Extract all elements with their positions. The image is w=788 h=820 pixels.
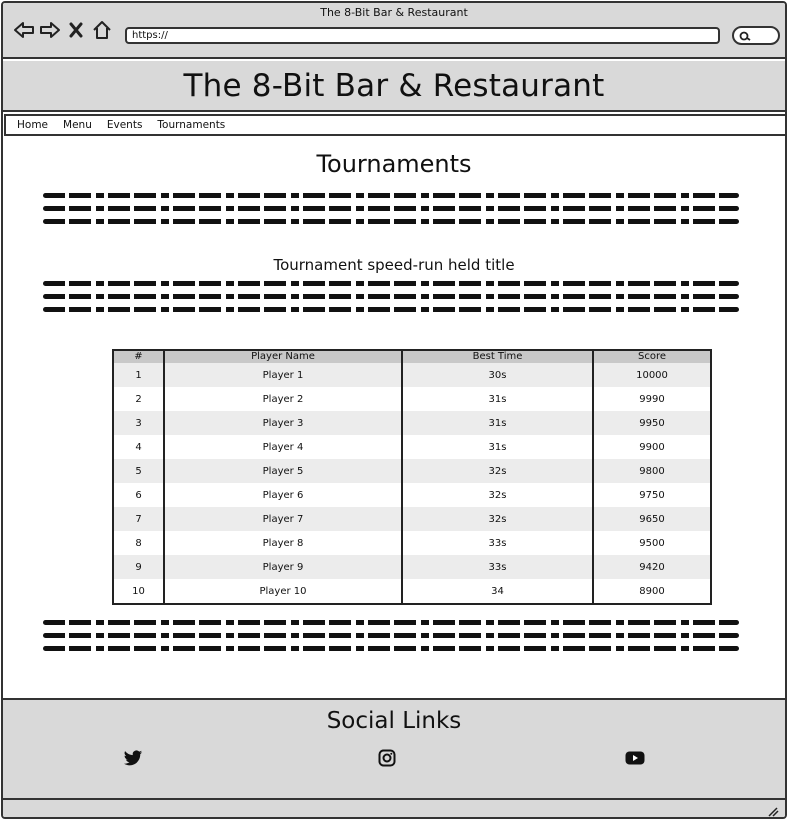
table-cell: 10000 bbox=[593, 363, 710, 387]
table-row: 3 Player 3 31s 9950 bbox=[114, 411, 710, 435]
browser-nav bbox=[13, 19, 113, 41]
nav-home[interactable]: Home bbox=[17, 119, 48, 131]
table-cell: 33s bbox=[402, 555, 594, 579]
column-header: Player Name bbox=[164, 351, 403, 363]
table-cell: 9750 bbox=[639, 489, 665, 501]
browser-status-bar bbox=[3, 798, 785, 817]
back-arrow-icon[interactable] bbox=[13, 19, 35, 41]
table-cell: 9 bbox=[114, 555, 165, 579]
site-nav: Home Menu Events Tournaments bbox=[4, 114, 785, 136]
table-row: 8 Player 8 33s 9500 bbox=[114, 531, 710, 555]
table-cell: 31s bbox=[402, 387, 594, 411]
nav-tournaments[interactable]: Tournaments bbox=[157, 119, 225, 131]
table-cell: Player 4 bbox=[164, 435, 403, 459]
table-cell: Player 6 bbox=[164, 483, 403, 507]
table-row: 4 Player 4 31s 9900 bbox=[114, 435, 710, 459]
table-cell: 10 bbox=[114, 579, 165, 603]
table-cell: 8 bbox=[114, 531, 165, 555]
resize-grip-icon[interactable] bbox=[767, 807, 779, 817]
table-cell: 32s bbox=[402, 507, 594, 531]
main-content: Tournaments Tournament speed-run held ti… bbox=[3, 138, 785, 698]
table-cell: 32s bbox=[402, 459, 594, 483]
table-cell: 31s bbox=[402, 411, 594, 435]
social-links-section: Social Links bbox=[3, 698, 785, 798]
table-cell: 5 bbox=[114, 459, 165, 483]
instagram-icon[interactable] bbox=[377, 748, 397, 768]
table-row: 7 Player 7 32s 9650 bbox=[114, 507, 710, 531]
browser-chrome: The 8-Bit Bar & Restaurant https:// bbox=[3, 3, 785, 59]
site-header: The 8-Bit Bar & Restaurant bbox=[3, 61, 785, 112]
column-header: Best Time bbox=[402, 351, 594, 363]
table-cell: Player 2 bbox=[164, 387, 403, 411]
table-cell: 30s bbox=[402, 363, 594, 387]
table-cell: 34 bbox=[402, 579, 594, 603]
section-heading: Tournament speed-run held title bbox=[273, 256, 515, 274]
browser-search-button[interactable] bbox=[732, 26, 780, 45]
social-links-title: Social Links bbox=[326, 708, 462, 734]
placeholder-text-block bbox=[43, 620, 739, 659]
url-input[interactable]: https:// bbox=[125, 27, 720, 44]
table-cell: 33s bbox=[402, 531, 594, 555]
site-title: The 8-Bit Bar & Restaurant bbox=[183, 67, 605, 104]
window-title: The 8-Bit Bar & Restaurant bbox=[320, 6, 468, 19]
table-cell: 3 bbox=[114, 411, 165, 435]
table-cell: 9650 bbox=[593, 507, 710, 531]
placeholder-text-block bbox=[43, 281, 739, 320]
placeholder-text-block bbox=[43, 193, 739, 232]
table-cell: 6 bbox=[114, 483, 165, 507]
table-cell: Player 8 bbox=[164, 531, 403, 555]
table-cell: 9950 bbox=[593, 411, 710, 435]
table-cell: 7 bbox=[114, 507, 165, 531]
table-cell: Player 9 bbox=[164, 555, 403, 579]
leaderboard-table: # Player Name Best Time Score 1 Player 1… bbox=[112, 349, 712, 605]
table-cell: Player 10 bbox=[164, 579, 403, 603]
table-row: 2 Player 2 31s 9990 bbox=[114, 387, 710, 411]
column-header: Score bbox=[593, 351, 710, 363]
nav-menu[interactable]: Menu bbox=[63, 119, 92, 131]
table-cell: 9990 bbox=[639, 393, 665, 405]
nav-events[interactable]: Events bbox=[107, 119, 143, 131]
search-icon bbox=[739, 31, 751, 41]
table-cell: 9420 bbox=[593, 555, 710, 579]
table-cell: 9500 bbox=[639, 537, 665, 549]
table-cell: Player 3 bbox=[164, 411, 403, 435]
browser-window: The 8-Bit Bar & Restaurant https:// The … bbox=[1, 1, 787, 819]
table-cell: 2 bbox=[114, 387, 165, 411]
table-row: 5 Player 5 32s 9800 bbox=[114, 459, 710, 483]
table-row: 9 Player 9 33s 9420 bbox=[114, 555, 710, 579]
table-row: 10 Player 10 34 8900 bbox=[114, 579, 710, 603]
table-cell: 9900 bbox=[639, 441, 665, 453]
close-icon[interactable] bbox=[65, 19, 87, 41]
forward-arrow-icon[interactable] bbox=[39, 19, 61, 41]
table-row: 6 Player 6 32s 9750 bbox=[114, 483, 710, 507]
twitter-icon[interactable] bbox=[123, 748, 143, 768]
table-cell: 31s bbox=[402, 435, 594, 459]
table-cell: Player 5 bbox=[164, 459, 403, 483]
table-cell: 9800 bbox=[593, 459, 710, 483]
home-icon[interactable] bbox=[91, 19, 113, 41]
table-cell: 1 bbox=[114, 363, 165, 387]
table-cell: 8900 bbox=[639, 585, 665, 597]
table-cell: 32s bbox=[402, 483, 594, 507]
page-heading: Tournaments bbox=[316, 150, 472, 178]
youtube-icon[interactable] bbox=[625, 748, 645, 768]
column-header: # bbox=[114, 351, 165, 363]
table-cell: Player 1 bbox=[164, 363, 403, 387]
table-cell: Player 7 bbox=[164, 507, 403, 531]
table-cell: 4 bbox=[114, 435, 165, 459]
table-row: 1 Player 1 30s 10000 bbox=[114, 363, 710, 387]
table-header-row: # Player Name Best Time Score bbox=[114, 351, 710, 363]
